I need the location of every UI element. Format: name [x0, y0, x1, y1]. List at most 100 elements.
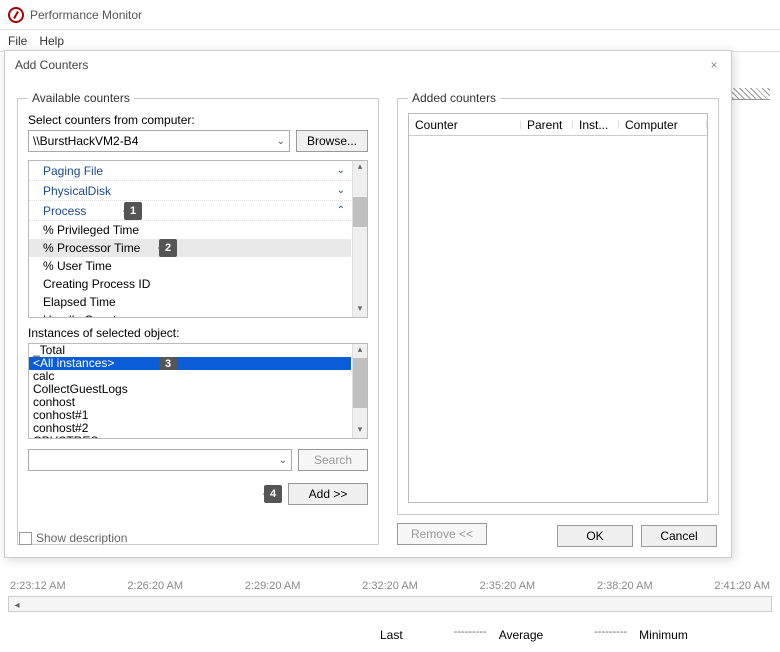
annotation-badge-2: 2: [159, 239, 177, 257]
col-computer[interactable]: Computer: [619, 118, 707, 132]
instance-item[interactable]: CollectGuestLogs: [29, 383, 351, 396]
main-window-title: Performance Monitor: [30, 8, 142, 22]
stats-average-value: ---------: [551, 626, 631, 644]
stats-minimum-label: Minimum: [639, 628, 688, 642]
category-process[interactable]: Process ⌃ 1: [29, 201, 351, 221]
added-table-header: Counter Parent Inst... Computer: [409, 114, 707, 136]
annotation-badge-1: 1: [124, 202, 142, 220]
counter-label: % Privileged Time: [43, 223, 139, 237]
col-parent[interactable]: Parent: [521, 118, 573, 132]
instance-label: conhost: [33, 396, 75, 409]
stats-last-value: ---------: [411, 626, 491, 644]
col-inst[interactable]: Inst...: [573, 118, 619, 132]
added-counters-table[interactable]: Counter Parent Inst... Computer: [408, 113, 708, 503]
add-counters-dialog: Add Counters × Available counters Select…: [4, 50, 732, 558]
category-paging-file[interactable]: Paging File ⌄: [29, 161, 351, 181]
instance-item[interactable]: CPUSTRES: [29, 435, 351, 438]
instance-item[interactable]: conhost#1: [29, 409, 351, 422]
listbox-scrollbar[interactable]: ▴ ▾: [352, 344, 368, 438]
instance-item[interactable]: conhost: [29, 396, 351, 409]
remove-button[interactable]: Remove <<: [397, 523, 487, 545]
instance-label: CollectGuestLogs: [33, 383, 128, 396]
close-icon[interactable]: ×: [707, 58, 721, 72]
show-description-checkbox-group[interactable]: Show description: [19, 531, 127, 545]
counter-label: Elapsed Time: [43, 295, 116, 309]
category-physicaldisk[interactable]: PhysicalDisk ⌄: [29, 181, 351, 201]
counter-label: % User Time: [43, 259, 112, 273]
perfmon-app-icon: [8, 7, 24, 23]
computer-dropdown[interactable]: \\BurstHackVM2-B4 ⌄: [28, 130, 290, 152]
show-description-label: Show description: [36, 531, 127, 545]
counter-item-selected[interactable]: % Processor Time 2: [29, 239, 351, 257]
time-tick: 2:35:20 AM: [480, 580, 536, 592]
counter-item[interactable]: % Privileged Time: [29, 221, 351, 239]
browse-button[interactable]: Browse...: [296, 130, 368, 152]
added-counters-group: Added counters Counter Parent Inst... Co…: [397, 91, 719, 515]
added-counters-legend: Added counters: [408, 91, 500, 105]
counters-listbox[interactable]: Paging File ⌄ PhysicalDisk ⌄ Process ⌃ 1: [28, 160, 368, 318]
search-button[interactable]: Search: [298, 449, 368, 471]
instances-listbox[interactable]: _Total <All instances> 3 calc CollectGue…: [28, 343, 368, 439]
time-tick: 2:41:20 AM: [714, 580, 770, 592]
instance-item-selected[interactable]: <All instances> 3: [29, 357, 351, 370]
ok-button[interactable]: OK: [557, 525, 633, 547]
show-description-checkbox[interactable]: [19, 532, 32, 545]
instance-label: CPUSTRES: [33, 435, 98, 438]
counter-label: % Processor Time: [43, 241, 140, 255]
instance-label: <All instances>: [33, 357, 114, 370]
stats-last-label: Last: [380, 628, 403, 642]
instance-item[interactable]: conhost#2: [29, 422, 351, 435]
counter-label: Creating Process ID: [43, 277, 150, 291]
chevron-up-icon[interactable]: ⌃: [337, 205, 345, 216]
col-counter[interactable]: Counter: [409, 118, 521, 132]
counter-item[interactable]: Elapsed Time: [29, 293, 351, 311]
instance-item[interactable]: _Total: [29, 344, 351, 357]
instance-label: calc: [33, 370, 54, 383]
chevron-down-icon: ⌄: [279, 455, 287, 466]
scroll-up-icon[interactable]: ▴: [353, 344, 367, 358]
scroll-thumb[interactable]: [353, 358, 367, 408]
time-tick: 2:32:20 AM: [362, 580, 418, 592]
instances-label: Instances of selected object:: [28, 326, 368, 340]
main-titlebar: Performance Monitor: [0, 0, 780, 30]
menu-help[interactable]: Help: [39, 34, 64, 48]
category-label: Process: [43, 204, 86, 218]
chart-stats: Last --------- Average --------- Minimum: [380, 626, 780, 644]
instance-label: _Total: [33, 344, 65, 357]
available-counters-group: Available counters Select counters from …: [17, 91, 379, 545]
listbox-scrollbar[interactable]: ▴ ▾: [352, 161, 368, 317]
time-tick: 2:38:20 AM: [597, 580, 653, 592]
annotation-badge-3: 3: [159, 357, 177, 370]
instance-search-combo[interactable]: ⌄: [28, 449, 292, 471]
menubar: File Help: [0, 30, 780, 52]
category-label: PhysicalDisk: [43, 184, 111, 198]
cancel-button[interactable]: Cancel: [641, 525, 717, 547]
instance-item[interactable]: calc: [29, 370, 351, 383]
instance-label: conhost#1: [33, 409, 88, 422]
computer-value: \\BurstHackVM2-B4: [33, 134, 138, 148]
instance-label: conhost#2: [33, 422, 88, 435]
menu-file[interactable]: File: [8, 34, 27, 48]
dialog-title: Add Counters: [15, 58, 88, 72]
scroll-left-icon[interactable]: ◂: [9, 600, 25, 614]
chevron-down-icon[interactable]: ⌄: [337, 185, 345, 196]
chevron-down-icon[interactable]: ⌄: [337, 165, 345, 176]
chart-scrollbar-horizontal[interactable]: ◂: [8, 596, 772, 612]
counter-label: Handle Count: [43, 313, 116, 317]
scroll-thumb[interactable]: [353, 197, 367, 227]
scroll-up-icon[interactable]: ▴: [353, 161, 367, 175]
stats-average-label: Average: [499, 628, 543, 642]
chart-time-axis: 2:23:12 AM 2:26:20 AM 2:29:20 AM 2:32:20…: [10, 580, 770, 592]
dialog-titlebar[interactable]: Add Counters ×: [5, 51, 731, 79]
annotation-badge-4: 4: [264, 485, 282, 503]
chevron-down-icon: ⌄: [277, 136, 285, 147]
counter-item[interactable]: Creating Process ID: [29, 275, 351, 293]
available-counters-legend: Available counters: [28, 91, 134, 105]
scroll-down-icon[interactable]: ▾: [353, 424, 367, 438]
counter-item[interactable]: Handle Count: [29, 311, 351, 317]
time-tick: 2:29:20 AM: [245, 580, 301, 592]
scroll-down-icon[interactable]: ▾: [353, 303, 367, 317]
counter-item[interactable]: % User Time: [29, 257, 351, 275]
add-button[interactable]: Add >>: [288, 483, 368, 505]
select-computer-label: Select counters from computer:: [28, 113, 368, 127]
